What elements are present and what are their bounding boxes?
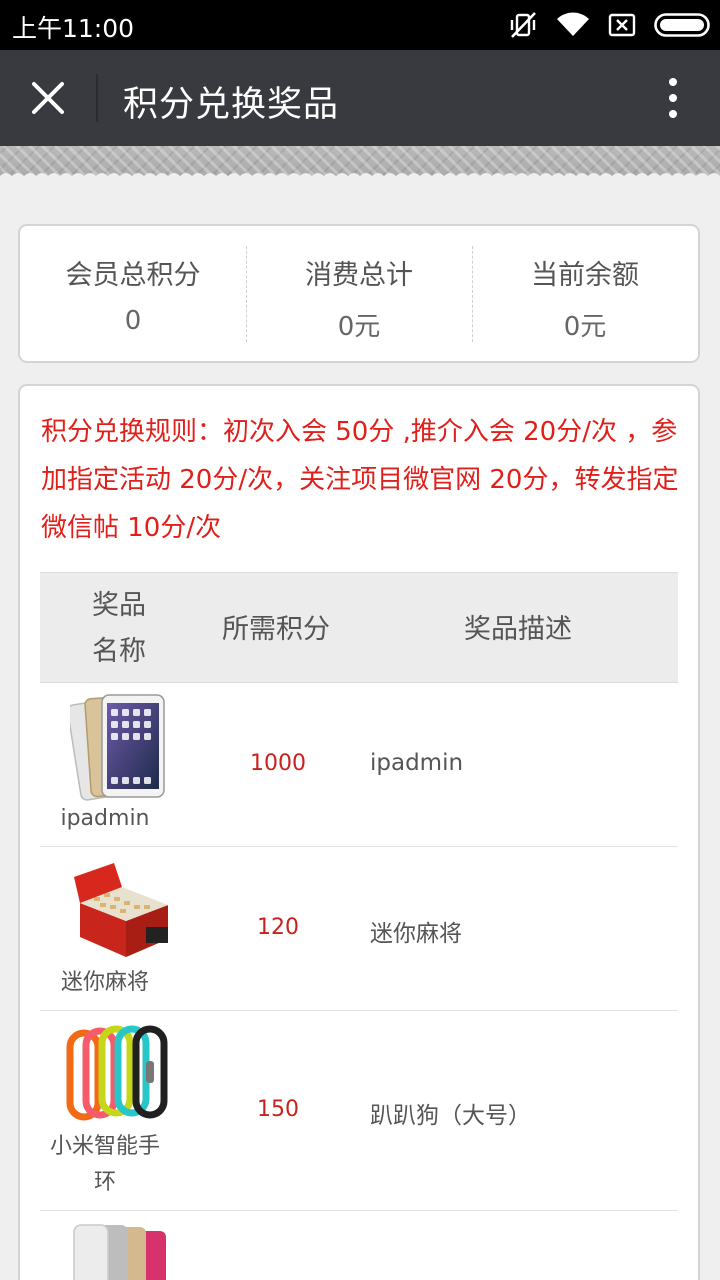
table-row[interactable]: ipadmin 1000 ipadmin bbox=[40, 683, 678, 847]
decorative-banner bbox=[0, 146, 720, 182]
table-header: 奖品名称 所需积分 奖品描述 bbox=[40, 572, 678, 683]
stat-label: 会员总积分 bbox=[65, 260, 201, 291]
stat-value: 0元 bbox=[563, 312, 607, 342]
header-points-required: 所需积分 bbox=[222, 614, 330, 645]
status-time: 上午11:00 bbox=[12, 14, 135, 43]
power-bank-icon bbox=[73, 1224, 166, 1280]
wristband-icon bbox=[66, 1025, 168, 1121]
title-bar: 积分兑换奖品 bbox=[0, 50, 720, 146]
battery-icon bbox=[654, 13, 710, 37]
prize-desc: ipadmin bbox=[370, 750, 464, 776]
table-row[interactable] bbox=[40, 1211, 678, 1280]
prize-desc: 迷你麻将 bbox=[370, 921, 462, 947]
header-prize-name: 奖品名称 bbox=[92, 590, 146, 667]
table-row[interactable]: 小米智能手环 150 趴趴狗（大号） bbox=[40, 1011, 678, 1211]
no-sim-icon bbox=[608, 13, 636, 37]
prize-desc: 趴趴狗（大号） bbox=[370, 1103, 531, 1129]
nav-divider bbox=[96, 74, 98, 122]
stat-label: 当前余额 bbox=[531, 260, 639, 291]
prize-points: 1000 bbox=[250, 751, 306, 776]
prize-name: 小米智能手环 bbox=[50, 1134, 161, 1195]
vibrate-off-icon bbox=[510, 12, 536, 38]
more-menu-icon[interactable] bbox=[666, 78, 680, 120]
wifi-icon bbox=[557, 12, 589, 36]
stat-total-spend: 消费总计 0元 bbox=[246, 226, 472, 361]
close-icon[interactable] bbox=[22, 72, 74, 124]
status-bar: 上午11:00 bbox=[0, 0, 720, 50]
stat-balance: 当前余额 0元 bbox=[472, 226, 698, 361]
stat-value: 0元 bbox=[337, 312, 381, 342]
page-title: 积分兑换奖品 bbox=[123, 85, 340, 125]
stat-total-points: 会员总积分 0 bbox=[20, 226, 246, 361]
prize-name: 迷你麻将 bbox=[60, 970, 149, 995]
prize-points: 150 bbox=[257, 1097, 299, 1122]
stat-value: 0 bbox=[124, 306, 142, 336]
points-summary-card: 会员总积分 0 消费总计 0元 当前余额 0元 bbox=[18, 224, 700, 363]
header-prize-desc: 奖品描述 bbox=[464, 614, 572, 645]
points-rules-text: 积分兑换规则：初次入会 50分 ,推介入会 20分/次 ，参加指定活动 20分/… bbox=[41, 417, 679, 543]
table-row[interactable]: 迷你麻将 120 迷你麻将 bbox=[40, 847, 678, 1011]
mahjong-box-icon bbox=[74, 863, 168, 957]
stat-label: 消费总计 bbox=[305, 260, 413, 291]
prize-name: ipadmin bbox=[60, 806, 150, 831]
tablet-icon bbox=[70, 694, 165, 801]
prize-list-card: 积分兑换规则：初次入会 50分 ,推介入会 20分/次 ，参加指定活动 20分/… bbox=[18, 384, 700, 1280]
prize-points: 120 bbox=[257, 915, 299, 940]
